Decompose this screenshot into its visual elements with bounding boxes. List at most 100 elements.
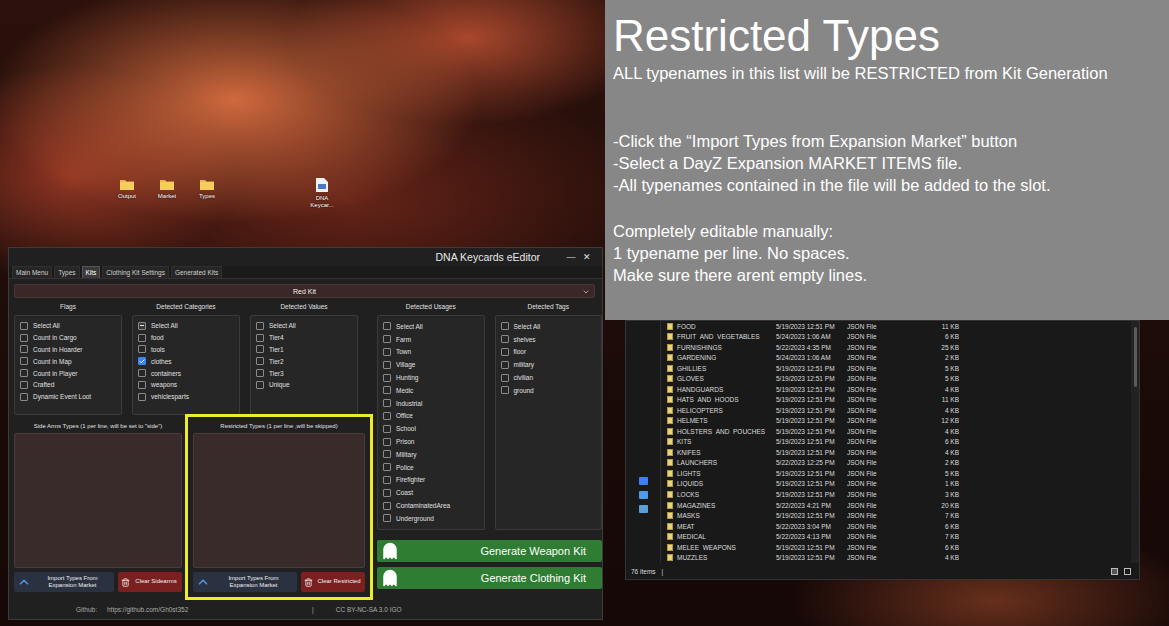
checkbox[interactable] xyxy=(138,345,146,353)
checkbox-row[interactable]: Underground xyxy=(383,512,479,525)
checkbox[interactable] xyxy=(383,489,391,497)
checkbox[interactable] xyxy=(383,463,391,471)
checkbox[interactable] xyxy=(20,322,28,330)
checkbox[interactable] xyxy=(138,381,146,389)
import-button[interactable]: Import Types From Expansion Market xyxy=(193,572,297,592)
drive-icon[interactable] xyxy=(639,491,648,499)
checkbox[interactable] xyxy=(20,393,28,401)
file-row[interactable]: KITS5/19/2023 12:51 PMJSON File6 KB xyxy=(667,437,1131,448)
checkbox[interactable] xyxy=(256,357,264,365)
checkbox-row[interactable]: Select All xyxy=(501,320,597,333)
checkbox-row[interactable]: Select All xyxy=(138,320,234,332)
checkbox[interactable] xyxy=(501,348,509,356)
file-row[interactable]: FOOD5/19/2023 12:51 PMJSON File11 KB xyxy=(667,321,1131,332)
checkbox[interactable] xyxy=(383,386,391,394)
checkbox[interactable] xyxy=(138,322,146,330)
tab[interactable]: Kits xyxy=(82,266,101,278)
details-view-icon[interactable] xyxy=(1111,568,1118,575)
checkbox-row[interactable]: Farm xyxy=(383,333,479,346)
clear-button[interactable]: Clear Restricted xyxy=(301,572,365,592)
checkbox[interactable] xyxy=(383,450,391,458)
checkbox-row[interactable]: Firefighter xyxy=(383,474,479,487)
checkbox[interactable] xyxy=(256,345,264,353)
checkbox[interactable] xyxy=(383,438,391,446)
kit-dropdown[interactable]: Red Kit xyxy=(14,284,595,298)
file-row[interactable]: GLOVES5/19/2023 12:51 PMJSON File5 KB xyxy=(667,374,1131,385)
checkbox[interactable] xyxy=(383,502,391,510)
checkbox[interactable] xyxy=(383,514,391,522)
clear-button[interactable]: Clear Sidearms xyxy=(118,572,182,592)
checkbox-row[interactable]: Crafted xyxy=(20,379,116,391)
file-row[interactable]: HANDGUARDS5/19/2023 12:51 PMJSON File4 K… xyxy=(667,384,1131,395)
generate-button[interactable]: Generate Weapon Kit xyxy=(377,540,602,562)
checkbox[interactable] xyxy=(138,393,146,401)
github-link[interactable]: https://github.com/Gh0st352 xyxy=(107,606,188,613)
file-row[interactable]: FRUIT_AND_VEGETABLES5/24/2023 1:06 AMJSO… xyxy=(667,332,1131,343)
types-textarea[interactable] xyxy=(193,433,365,568)
file-row[interactable]: MASKS5/19/2023 12:51 PMJSON File7 KB xyxy=(667,510,1131,521)
checkbox[interactable] xyxy=(383,399,391,407)
checkbox-row[interactable]: Coast xyxy=(383,486,479,499)
checkbox-row[interactable]: Select All xyxy=(383,320,479,333)
checkbox-row[interactable]: vehiclesparts xyxy=(138,391,234,403)
file-row[interactable]: GHILLIES5/19/2023 12:51 PMJSON File5 KB xyxy=(667,363,1131,374)
checkbox-row[interactable]: Count in Hoarder xyxy=(20,344,116,356)
desktop-icon[interactable]: Market xyxy=(152,178,182,209)
checkbox[interactable] xyxy=(383,374,391,382)
checkbox-row[interactable]: Prison xyxy=(383,435,479,448)
file-row[interactable]: MELEE_WEAPONS5/19/2023 12:51 PMJSON File… xyxy=(667,542,1131,553)
checkbox-row[interactable]: Tier4 xyxy=(256,332,352,344)
checkbox[interactable] xyxy=(20,334,28,342)
desktop-icon[interactable]: DNA Keycar... xyxy=(307,178,337,209)
file-row[interactable]: HOLSTERS_AND_POUCHES5/19/2023 12:51 PMJS… xyxy=(667,426,1131,437)
checkbox-row[interactable]: clothes xyxy=(138,355,234,367)
checkbox[interactable] xyxy=(20,357,28,365)
checkbox[interactable] xyxy=(256,369,264,377)
checkbox[interactable] xyxy=(383,335,391,343)
tab[interactable]: Clothing Kit Settings xyxy=(102,266,169,278)
checkbox-row[interactable]: Office xyxy=(383,410,479,423)
file-row[interactable]: MUZZLES5/19/2023 12:51 PMJSON File4 KB xyxy=(667,552,1131,563)
checkbox-row[interactable]: civilian xyxy=(501,371,597,384)
drive-icon[interactable] xyxy=(639,477,648,485)
file-row[interactable]: HELMETS5/19/2023 12:51 PMJSON File12 KB xyxy=(667,416,1131,427)
tab[interactable]: Main Menu xyxy=(12,266,52,278)
checkbox-row[interactable]: floor xyxy=(501,346,597,359)
file-row[interactable]: MAGAZINES5/22/2023 4:21 PMJSON File20 KB xyxy=(667,500,1131,511)
checkbox[interactable] xyxy=(501,322,509,330)
checkbox-row[interactable]: ContaminatedArea xyxy=(383,499,479,512)
checkbox-row[interactable]: Select All xyxy=(256,320,352,332)
network-icon[interactable] xyxy=(639,505,648,513)
desktop-icon[interactable]: Types xyxy=(192,178,222,209)
checkbox[interactable] xyxy=(383,322,391,330)
checkbox[interactable] xyxy=(138,369,146,377)
types-textarea[interactable] xyxy=(14,433,182,568)
checkbox[interactable] xyxy=(256,334,264,342)
checkbox-row[interactable]: Medic xyxy=(383,384,479,397)
checkbox-row[interactable]: Count in Cargo xyxy=(20,332,116,344)
checkbox[interactable] xyxy=(501,374,509,382)
file-row[interactable]: GARDENING5/24/2023 1:06 AMJSON File2 KB xyxy=(667,353,1131,364)
checkbox[interactable] xyxy=(138,357,146,365)
checkbox[interactable] xyxy=(20,345,28,353)
file-row[interactable]: LIGHTS5/19/2023 12:51 PMJSON File5 KB xyxy=(667,468,1131,479)
checkbox[interactable] xyxy=(256,322,264,330)
file-row[interactable]: LAUNCHERS5/22/2023 12:25 PMJSON File2 KB xyxy=(667,458,1131,469)
file-row[interactable]: FURNISHINGS5/22/2023 4:35 PMJSON File25 … xyxy=(667,342,1131,353)
file-row[interactable]: KNIFES5/19/2023 12:51 PMJSON File4 KB xyxy=(667,447,1131,458)
checkbox[interactable] xyxy=(20,369,28,377)
checkbox-row[interactable]: Count in Map xyxy=(20,355,116,367)
import-button[interactable]: Import Types From Expansion Market xyxy=(14,572,114,592)
checkbox[interactable] xyxy=(256,381,264,389)
tab[interactable]: Types xyxy=(54,266,79,278)
checkbox-row[interactable]: Village xyxy=(383,358,479,371)
checkbox[interactable] xyxy=(138,334,146,342)
checkbox-row[interactable]: food xyxy=(138,332,234,344)
checkbox-row[interactable]: Select All xyxy=(20,320,116,332)
checkbox[interactable] xyxy=(383,476,391,484)
checkbox-row[interactable]: containers xyxy=(138,367,234,379)
generate-button[interactable]: Generate Clothing Kit xyxy=(377,567,602,589)
checkbox-row[interactable]: Dynamic Event Loot xyxy=(20,391,116,403)
file-row[interactable]: LOCKS5/19/2023 12:51 PMJSON File3 KB xyxy=(667,489,1131,500)
file-row[interactable]: MEAT5/22/2023 3:04 PMJSON File6 KB xyxy=(667,521,1131,532)
